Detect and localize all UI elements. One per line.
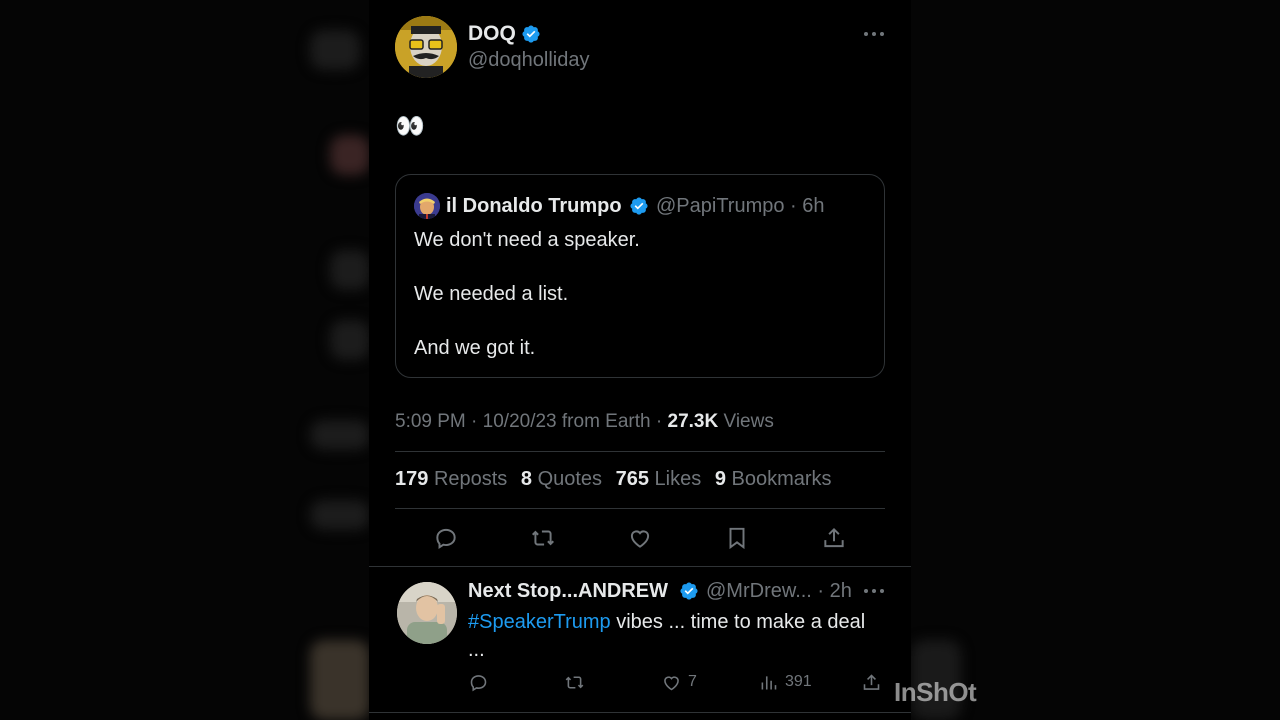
like-icon [664,675,679,690]
quote-text-line: And we got it. [414,337,536,359]
bookmarks-label: Bookmarks [731,468,832,490]
reposts-count: 179 [395,468,429,490]
repost-icon[interactable] [530,525,556,551]
divider [395,508,885,509]
likes-stat[interactable]: 765 Likes [616,468,702,490]
quotes-stat[interactable]: 8 Quotes [521,468,602,490]
reply-repost-button[interactable] [564,671,585,693]
reply-like-count: 7 [688,673,697,690]
likes-count: 765 [615,468,649,490]
likes-label: Likes [654,468,702,490]
repost-icon [565,675,584,689]
divider [369,566,911,567]
quote-text-line: We don't need a speaker. [414,229,640,251]
quote-text-line: We needed a list. [414,283,569,305]
tweet-text: 👀 [395,113,425,140]
more-options-icon[interactable] [863,587,885,595]
tweet-meta: 5:09 PM · 10/20/23 from Earth · 27.3K Vi… [395,411,774,432]
reply-text-body: vibes ... time to make a deal [610,611,866,633]
like-icon[interactable] [627,525,653,551]
tweet-stats: 179 Reposts 8 Quotes 765 Likes 9 Bookmar… [395,468,840,491]
reply-author-handle[interactable]: @MrDrew... [706,580,812,602]
views-count: 27.3K [667,411,719,432]
quoted-tweet-card[interactable]: il Donaldo Trumpo @PapiTrumpo · 6h We do… [395,174,885,378]
reposts-label: Reposts [433,468,508,490]
share-icon [863,673,880,690]
verified-badge-icon [522,25,540,43]
verified-badge-icon [680,582,698,600]
author-name[interactable]: DOQ [468,22,516,46]
quote-meta: @PapiTrumpo · 6h [656,195,825,217]
share-icon[interactable] [821,525,847,551]
hashtag-link[interactable]: #SpeakerTrump [468,611,611,633]
divider [369,712,911,713]
quote-author-name: il Donaldo Trumpo [446,195,622,217]
reply-meta: @MrDrew... · 2h [706,580,852,602]
quotes-count: 8 [520,468,532,490]
quote-age: 6h [802,195,825,217]
reply-views-button[interactable]: 391 [758,671,812,693]
inshot-watermark: InShOt [894,677,977,707]
reply-icon [470,674,487,691]
more-options-icon[interactable] [863,30,885,38]
analytics-icon [761,675,777,689]
quotes-label: Quotes [537,468,603,490]
reply-view-count: 391 [785,673,812,690]
divider [395,451,885,452]
reposts-stat[interactable]: 179 Reposts [395,468,507,490]
bookmarks-stat[interactable]: 9 Bookmarks [715,468,832,490]
reply-text: #SpeakerTrump vibes ... time to make a d… [468,608,898,664]
quote-author-handle: @PapiTrumpo [656,195,785,217]
reply-reply-button[interactable] [468,671,489,693]
author-handle[interactable]: @doqholliday [468,49,590,72]
views-label: Views [723,411,774,432]
tweet-column: DOQ @doqholliday 👀 il Donaldo Trumpo @Pa… [369,0,911,720]
reply-share-button[interactable] [861,671,882,693]
background-blur-left [0,0,369,720]
bookmarks-count: 9 [714,468,726,490]
tweet-time[interactable]: 5:09 PM [395,411,466,432]
verified-badge-icon [630,197,648,215]
reply-icon[interactable] [433,525,459,551]
reply-like-button[interactable]: 7 [661,671,697,693]
tweet-source: from Earth [561,411,651,432]
reply-author-name[interactable]: Next Stop...ANDREW [468,580,668,603]
reply-text-more: ... [468,639,485,661]
background-blur-right [911,0,1280,720]
author-avatar[interactable] [395,16,457,78]
bookmark-icon[interactable] [724,525,750,551]
reply-age: 2h [829,580,852,602]
reply-author-avatar[interactable] [397,582,457,644]
tweet-date[interactable]: 10/20/23 [483,411,557,432]
quote-author-avatar [414,193,440,219]
